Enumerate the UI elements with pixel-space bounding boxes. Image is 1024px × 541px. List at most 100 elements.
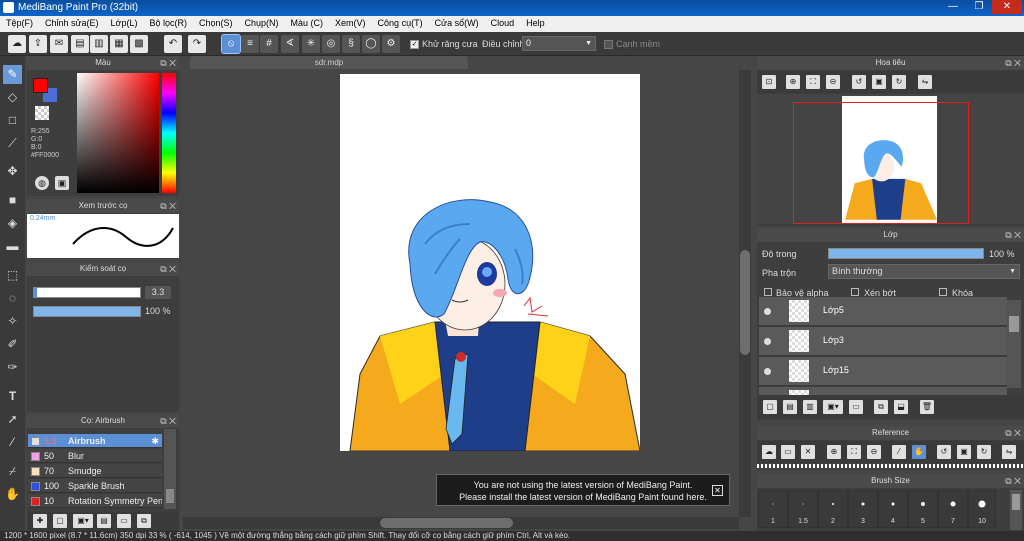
layer-row[interactable]: Lớp15 — [759, 357, 1007, 386]
snap-settings-icon[interactable]: ⚙ — [382, 35, 400, 53]
maximize-button[interactable]: ❐ — [966, 0, 992, 14]
brush-list-scrollbar[interactable] — [164, 429, 176, 509]
delete-layer-icon[interactable]: 🗑 — [920, 400, 934, 414]
reset-view-icon[interactable]: ▣ — [872, 75, 886, 89]
layer-row[interactable]: Lớp5 — [759, 297, 1007, 326]
scrollbar-thumb[interactable] — [740, 250, 750, 355]
layer-opacity-slider[interactable] — [828, 248, 984, 259]
brush-menu-icon[interactable]: ▣▾ — [73, 514, 93, 528]
adjust-select[interactable]: 0 ▼ — [522, 36, 596, 51]
lasso-tool-icon[interactable]: ◌ — [3, 289, 22, 308]
zoom-out-icon[interactable]: ⊖ — [826, 75, 840, 89]
size-value[interactable]: 3.3 — [145, 286, 171, 299]
select-pen-icon[interactable]: ✐ — [3, 335, 22, 354]
reference-fit-icon[interactable]: ⛶ — [847, 445, 861, 459]
brush-size-cell[interactable]: 1 — [758, 490, 788, 528]
clip-checkbox[interactable] — [851, 288, 859, 296]
menu-view[interactable]: Xem(V) — [329, 16, 372, 28]
layer-folder-icon[interactable]: ▭ — [849, 400, 863, 414]
document-icon[interactable]: ▤ — [71, 35, 89, 53]
panel-close-icon[interactable]: ⧉ ✕ — [160, 414, 176, 428]
merge-layer-icon[interactable]: ⬓ — [894, 400, 908, 414]
menu-layer[interactable]: Lớp(L) — [105, 16, 144, 28]
primary-color-swatch[interactable] — [33, 78, 48, 93]
layer-menu-icon[interactable]: ▣▾ — [823, 400, 843, 414]
brush-item[interactable]: 70 Smudge — [28, 464, 162, 478]
saturation-value-picker[interactable] — [77, 73, 159, 193]
antialias-checkbox[interactable]: ✓ — [410, 40, 419, 49]
comment-icon[interactable]: ✉ — [50, 35, 68, 53]
brush-size-cell[interactable]: 7 — [938, 490, 968, 528]
grid-snap-icon[interactable]: # — [260, 35, 278, 53]
select-rect-icon[interactable]: ⬚ — [3, 266, 22, 285]
menu-select[interactable]: Chọn(S) — [193, 16, 239, 28]
menu-file[interactable]: Tệp(F) — [0, 16, 39, 28]
size-slider[interactable] — [33, 287, 141, 298]
lock-checkbox[interactable] — [939, 288, 947, 296]
add-brush-icon[interactable]: ✚ — [33, 514, 47, 528]
reference-zoom-in-icon[interactable]: ⊕ — [827, 445, 841, 459]
reference-cloud-icon[interactable]: ☁ — [762, 445, 776, 459]
menu-edit[interactable]: Chỉnh sửa(E) — [39, 16, 105, 28]
scrollbar-thumb[interactable] — [1009, 316, 1019, 332]
layer-row[interactable]: Lớp3 — [759, 327, 1007, 356]
menu-tools[interactable]: Công cụ(T) — [372, 16, 429, 28]
brush-item[interactable]: 10 Rotation Symmetry Pen — [28, 494, 162, 508]
opacity-slider[interactable] — [33, 306, 141, 317]
visibility-eye-icon[interactable] — [764, 308, 771, 315]
brush-duplicate-icon[interactable]: ⧉ — [137, 514, 151, 528]
grid-icon[interactable]: ▩ — [130, 35, 148, 53]
fill-tool-icon[interactable]: ◈ — [3, 214, 22, 233]
close-button[interactable]: ✕ — [992, 0, 1022, 14]
panel-close-icon[interactable]: ⧉ ✕ — [1005, 56, 1021, 70]
blend-select[interactable]: Bình thường ▼ — [828, 264, 1020, 279]
reference-close-icon[interactable]: ✕ — [801, 445, 815, 459]
layer-scrollbar[interactable] — [1007, 300, 1021, 388]
navigator-preview[interactable] — [757, 94, 1024, 224]
brush-folder-icon[interactable]: ▭ — [117, 514, 131, 528]
new-layer-icon[interactable]: ▢ — [763, 400, 777, 414]
actual-size-icon[interactable]: ⛶ — [806, 75, 820, 89]
circle-snap-icon[interactable]: ◎ — [322, 35, 340, 53]
color-history-icon[interactable]: ▣ — [55, 176, 69, 190]
divide-tool-icon[interactable]: ⌿ — [3, 462, 22, 481]
menu-color[interactable]: Màu (C) — [285, 16, 330, 28]
gradient-tool-icon[interactable]: ▬ — [3, 237, 22, 256]
menu-help[interactable]: Help — [520, 16, 551, 28]
settings-doc-icon[interactable]: ▦ — [110, 35, 128, 53]
snap-off-icon[interactable]: ⦸ — [221, 34, 241, 54]
zoom-fit-icon[interactable]: ⊡ — [762, 75, 776, 89]
panel-close-icon[interactable]: ⧉ ✕ — [1005, 426, 1021, 440]
reference-open-icon[interactable]: ▭ — [781, 445, 795, 459]
hand-tool-icon[interactable]: ✋ — [3, 485, 22, 504]
zoom-in-icon[interactable]: ⊕ — [786, 75, 800, 89]
perspective-snap-icon[interactable]: ∢ — [281, 35, 299, 53]
notification-close-icon[interactable]: ✕ — [712, 485, 723, 496]
reference-rotate-right-icon[interactable]: ↻ — [977, 445, 991, 459]
smooth-edge-checkbox[interactable] — [604, 40, 613, 49]
protect-alpha-checkbox[interactable] — [764, 288, 772, 296]
ellipse-snap-icon[interactable]: ◯ — [362, 35, 380, 53]
brush-size-cell[interactable]: 10 — [968, 490, 996, 528]
reference-rotate-left-icon[interactable]: ↺ — [937, 445, 951, 459]
panel-close-icon[interactable]: ⧉ ✕ — [160, 56, 176, 70]
brush-size-cell[interactable]: 4 — [878, 490, 908, 528]
page-icon[interactable]: ▥ — [90, 35, 108, 53]
radial-snap-icon[interactable]: ✳ — [302, 35, 320, 53]
menu-snap[interactable]: Chụp(N) — [239, 16, 285, 28]
brush-settings-icon[interactable]: ▤ — [97, 514, 111, 528]
menu-filter[interactable]: Bộ lọc(R) — [143, 16, 193, 28]
brush-tool-icon[interactable]: ✎ — [3, 65, 22, 84]
dot-tool-icon[interactable]: □ — [3, 111, 22, 130]
move-tool-icon[interactable]: ✥ — [3, 162, 22, 181]
magic-wand-icon[interactable]: ✧ — [3, 312, 22, 331]
brush-size-cell[interactable]: 2 — [818, 490, 848, 528]
viewport-indicator[interactable] — [793, 102, 969, 224]
redo-icon[interactable]: ↷ — [188, 35, 206, 53]
new-halftone-layer-icon[interactable]: ▤ — [783, 400, 797, 414]
layer-row[interactable] — [759, 387, 1007, 396]
update-notification[interactable]: You are not using the latest version of … — [436, 474, 730, 506]
brush-item[interactable]: 100 Sparkle Brush — [28, 479, 162, 493]
horizontal-scrollbar[interactable] — [183, 517, 739, 529]
document-canvas[interactable] — [340, 74, 641, 452]
